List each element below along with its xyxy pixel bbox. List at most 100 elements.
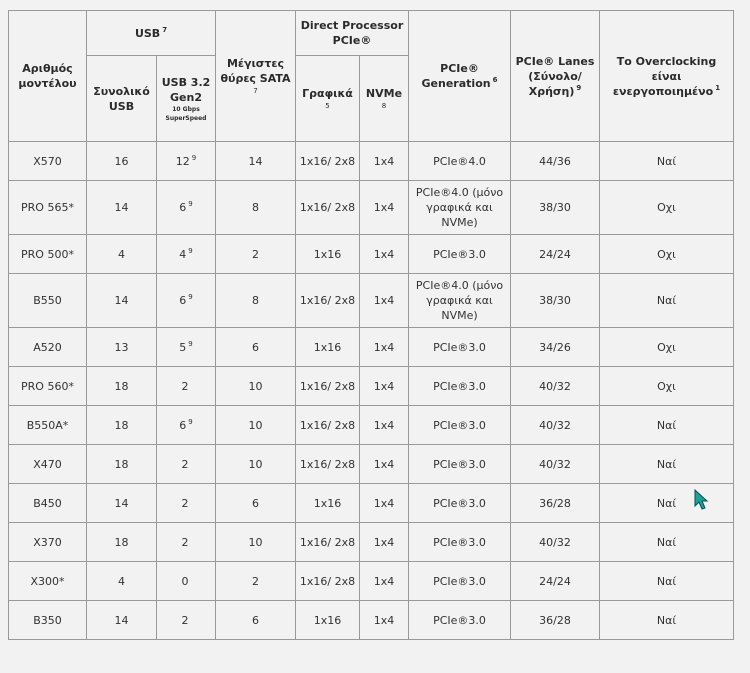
cell-model-value: X300* [30,574,65,588]
cell-usb-total: 14 [86,600,157,640]
cell-usb-gen2-footnote: 9 [188,417,193,426]
cell-usb-gen2-value: 2 [181,535,189,549]
cell-lanes: 40/32 [510,444,600,484]
cell-graphics: 1x16 [295,234,360,274]
cell-model: B350 [8,600,87,640]
cell-graphics-value: 1x16/ 2x8 [299,201,356,214]
cell-lanes: 36/28 [510,483,600,523]
cell-pcie-gen: PCIe®3.0 [408,561,511,601]
cell-usb-gen2-value: 6 [179,294,187,307]
cell-usb-total-value: 14 [114,496,129,510]
cell-nvme: 1x4 [359,561,409,601]
cell-nvme-value: 1x4 [373,613,395,627]
header-nvme-footnote: 8 [381,102,387,110]
header-usb-gen2-speed: 10 Gbps [172,105,200,113]
cell-overclock-value: Ναί [656,418,677,432]
cell-pcie-gen-value: PCIe®3.0 [433,340,486,354]
cell-pcie-gen-value: PCIe®3.0 [433,496,486,510]
cell-model: PRO 560* [8,366,87,406]
cell-usb-gen2-footnote: 9 [191,153,197,162]
header-usb-group: USB 7 [86,10,216,56]
table-row: B550 14 6 9 8 1x16/ 2x8 1x4 PCIe®4.0 (μόνο γραφ… [8,273,734,328]
cell-usb-gen2: 0 [156,561,216,601]
cell-overclock: Ναί [599,483,734,523]
header-graphics: Γραφικά 5 [295,55,360,142]
cell-usb-gen2-value: 2 [181,457,189,471]
cell-nvme-value: 1x4 [373,201,395,214]
cell-graphics-value: 1x16 [313,340,342,354]
cell-model: PRO 565* [8,180,87,235]
cell-model-value: X470 [33,457,62,471]
cell-sata: 10 [215,405,296,445]
cell-pcie-gen: PCIe®3.0 [408,444,511,484]
cell-lanes-value: 34/26 [539,340,571,354]
header-overclocking: Το Overclocking είναι ενεργοποιημένο 1 [599,10,734,142]
cell-lanes-value: 36/28 [539,613,571,627]
cell-model: B450 [8,483,87,523]
cell-graphics-value: 1x16/ 2x8 [299,379,356,393]
cell-sata: 10 [215,366,296,406]
header-usb-label: USB [134,26,161,40]
cell-nvme-value: 1x4 [373,496,395,510]
cell-usb-gen2: 59 [156,327,216,367]
cell-model-value: X570 [33,154,62,168]
cell-graphics-value: 1x16/ 2x8 [299,154,356,168]
cell-model-value: B350 [33,613,62,627]
cell-model-value: X370 [33,535,62,549]
cell-model: A520 [8,327,87,367]
cell-usb-gen2-footnote: 9 [188,339,193,348]
cell-sata: 2 [215,234,296,274]
cell-lanes: 24/24 [510,561,600,601]
cell-lanes: 40/32 [510,366,600,406]
cell-graphics: 1x16/ 2x8 [295,366,360,406]
cell-model: B550A* [8,405,87,445]
cell-usb-total-value: 14 [114,294,129,307]
cell-overclock: Ναί [599,141,734,181]
cell-sata-value: 8 [252,294,259,307]
cell-graphics-value: 1x16 [313,247,342,261]
cell-graphics-value: 1x16/ 2x8 [299,535,356,549]
cell-nvme-value: 1x4 [373,379,395,393]
cell-sata: 10 [215,444,296,484]
cell-usb-total-value: 18 [114,457,129,471]
header-usb-total-label: Συνολικό USB [93,84,150,113]
cell-sata-value: 10 [248,535,263,549]
cell-sata-value: 2 [252,574,259,588]
cell-usb-total-value: 14 [114,613,129,627]
header-pcie-generation: PCIe® Generation 6 [408,10,511,142]
cell-nvme-value: 1x4 [373,154,395,168]
cell-usb-gen2-value: 2 [181,496,189,510]
cell-lanes-value: 38/30 [539,294,571,307]
header-usb-gen2-label: USB 3.2 Gen2 [161,75,211,104]
cell-graphics: 1x16/ 2x8 [295,180,360,235]
cell-nvme-value: 1x4 [373,574,395,588]
cell-overclock-value: Ναί [656,535,677,549]
cell-usb-total-value: 4 [118,247,125,261]
cell-usb-gen2: 2 [156,522,216,562]
cell-nvme-value: 1x4 [373,418,395,432]
header-direct-pcie-label: Direct Processor PCIe® [300,19,404,47]
cell-usb-gen2-value: 2 [181,613,189,627]
cell-pcie-gen-value: PCIe®4.0 [433,154,486,168]
cell-overclock: Ναί [599,405,734,445]
cell-lanes: 44/36 [510,141,600,181]
cell-sata-value: 10 [248,379,263,393]
cell-usb-gen2: 69 [156,405,216,445]
cell-overclock-value: Ναί [656,457,677,471]
cell-lanes-value: 40/32 [539,418,571,432]
cell-graphics: 1x16 [295,327,360,367]
cell-pcie-gen-value: PCIe®4.0 (μόνο γραφικά και NVMe) [415,186,504,229]
cell-usb-total-value: 18 [114,535,129,549]
cell-usb-total: 16 [86,141,157,181]
cell-sata: 6 [215,483,296,523]
cell-model-value: PRO 565* [21,201,74,214]
cell-nvme-value: 1x4 [373,535,395,549]
cell-nvme: 1x4 [359,327,409,367]
cell-nvme: 1x4 [359,522,409,562]
cell-usb-gen2: 69 [156,180,216,235]
cell-sata-value: 10 [248,457,263,471]
cell-usb-gen2: 2 [156,483,216,523]
cell-lanes: 40/32 [510,405,600,445]
cell-usb-gen2-value: 6 [179,201,187,214]
cell-nvme: 1x4 [359,141,409,181]
